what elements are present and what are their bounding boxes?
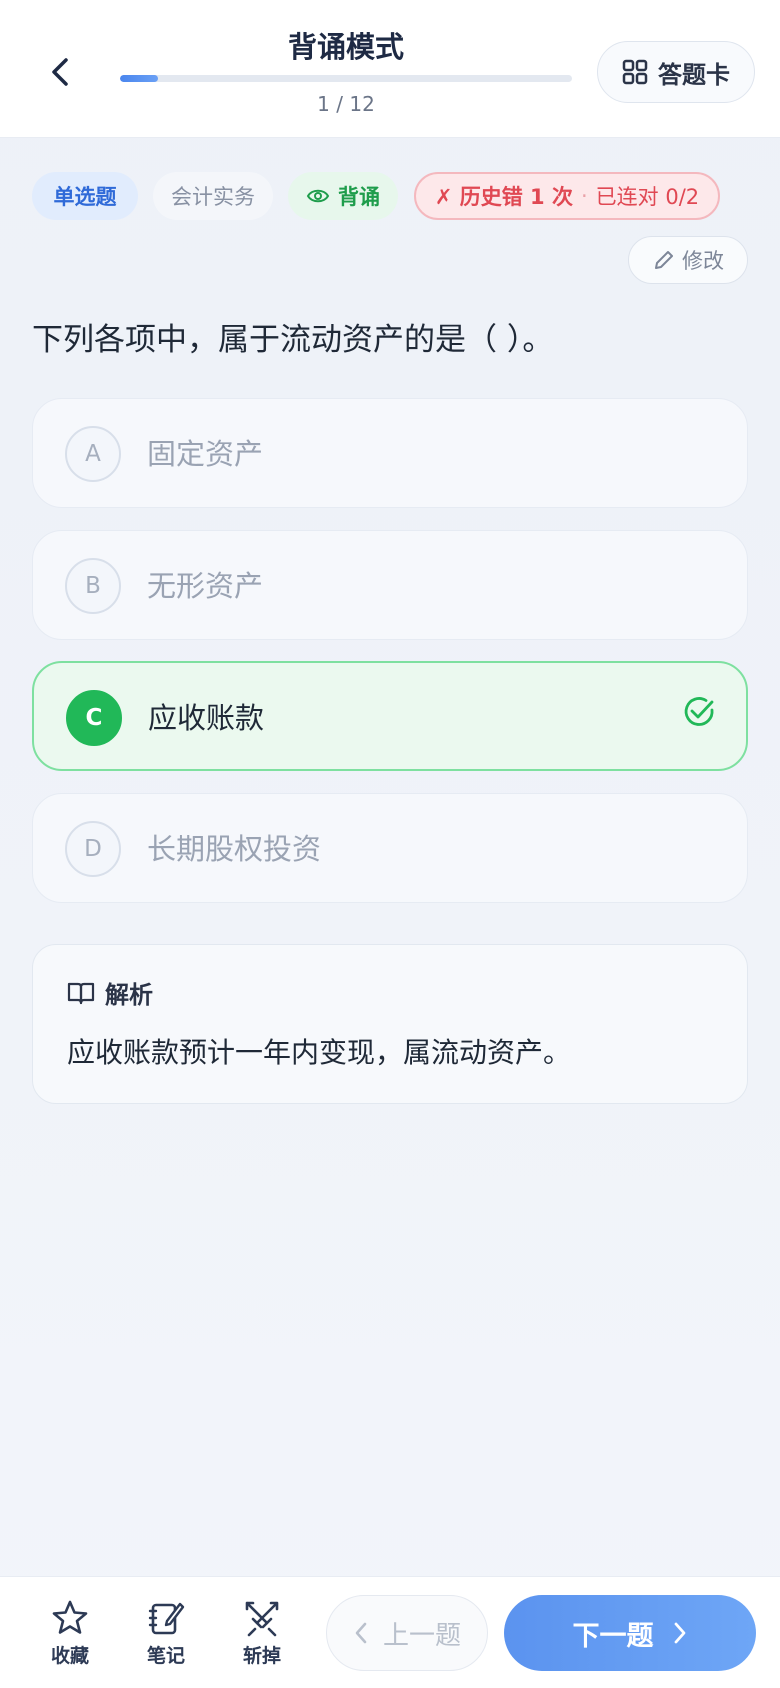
next-button[interactable]: 下一题 [504,1595,756,1671]
mode-badge: 背诵 [288,172,398,220]
subject-badge: 会计实务 [153,172,273,220]
option-letter: A [65,426,121,482]
option-text: 固定资产 [147,437,264,471]
edit-button[interactable]: 修改 [628,236,748,284]
option-d[interactable]: D 长期股权投资 [32,793,748,903]
question-type-label: 单选题 [53,185,117,209]
mode-label: 背诵 [338,185,380,209]
analysis-header: 解析 [67,975,153,1010]
book-icon [67,982,95,1004]
previous-button[interactable]: 上一题 [326,1595,488,1671]
progress-text: 1 / 12 [317,92,375,116]
pencil-icon [655,251,673,269]
crossed-swords-icon [245,1601,279,1637]
history-badge: ✗ 历史错 1 次 · 已连对 0/2 [414,172,720,220]
notebook-icon [148,1602,185,1635]
favorite-label: 收藏 [50,1645,89,1667]
history-streak: 已连对 0/2 [595,185,700,209]
chevron-left-icon [355,1622,367,1644]
cut-label: 斩掉 [242,1645,281,1667]
option-letter: D [65,821,121,877]
chevron-right-icon [674,1622,685,1644]
bottom-bar: 收藏 笔记 斩掉 上一题 下一题 [0,1576,780,1688]
question-type-badge: 单选题 [32,172,138,220]
progress-bar [120,75,572,82]
option-text: 长期股权投资 [147,832,322,866]
notes-label: 笔记 [146,1645,185,1667]
next-label: 下一题 [572,1620,654,1652]
answer-card-label: 答题卡 [658,60,730,89]
option-b[interactable]: B 无形资产 [32,530,748,640]
history-separator: · [580,184,588,208]
option-letter: B [65,558,121,614]
eye-icon [306,189,330,203]
page-title: 背诵模式 [287,30,404,64]
star-icon [52,1600,88,1634]
history-wrong-count: ✗ 历史错 1 次 [434,185,573,209]
analysis-text: 应收账款预计一年内变现，属流动资产。 [67,1036,572,1069]
edit-label: 修改 [682,249,724,273]
cut-button[interactable]: 斩掉 [227,1599,297,1679]
option-a[interactable]: A 固定资产 [32,398,748,508]
option-letter: C [66,690,122,746]
option-text: 应收账款 [148,701,265,735]
previous-label: 上一题 [382,1620,461,1651]
grid-icon [622,59,648,85]
option-text: 无形资产 [147,569,264,603]
analysis-title: 解析 [105,981,153,1009]
favorite-button[interactable]: 收藏 [35,1599,105,1679]
question-text: 下列各项中，属于流动资产的是（ ）。 [32,322,554,358]
check-circle-icon [684,697,714,726]
top-bar: 背诵模式 1 / 12 答题卡 [0,0,780,138]
subject-label: 会计实务 [171,185,255,209]
answer-card-button[interactable]: 答题卡 [597,41,755,103]
progress-fill [120,75,158,82]
analysis-card: 解析 应收账款预计一年内变现，属流动资产。 [32,944,748,1104]
option-c[interactable]: C 应收账款 [32,661,748,771]
notes-button[interactable]: 笔记 [131,1599,201,1679]
